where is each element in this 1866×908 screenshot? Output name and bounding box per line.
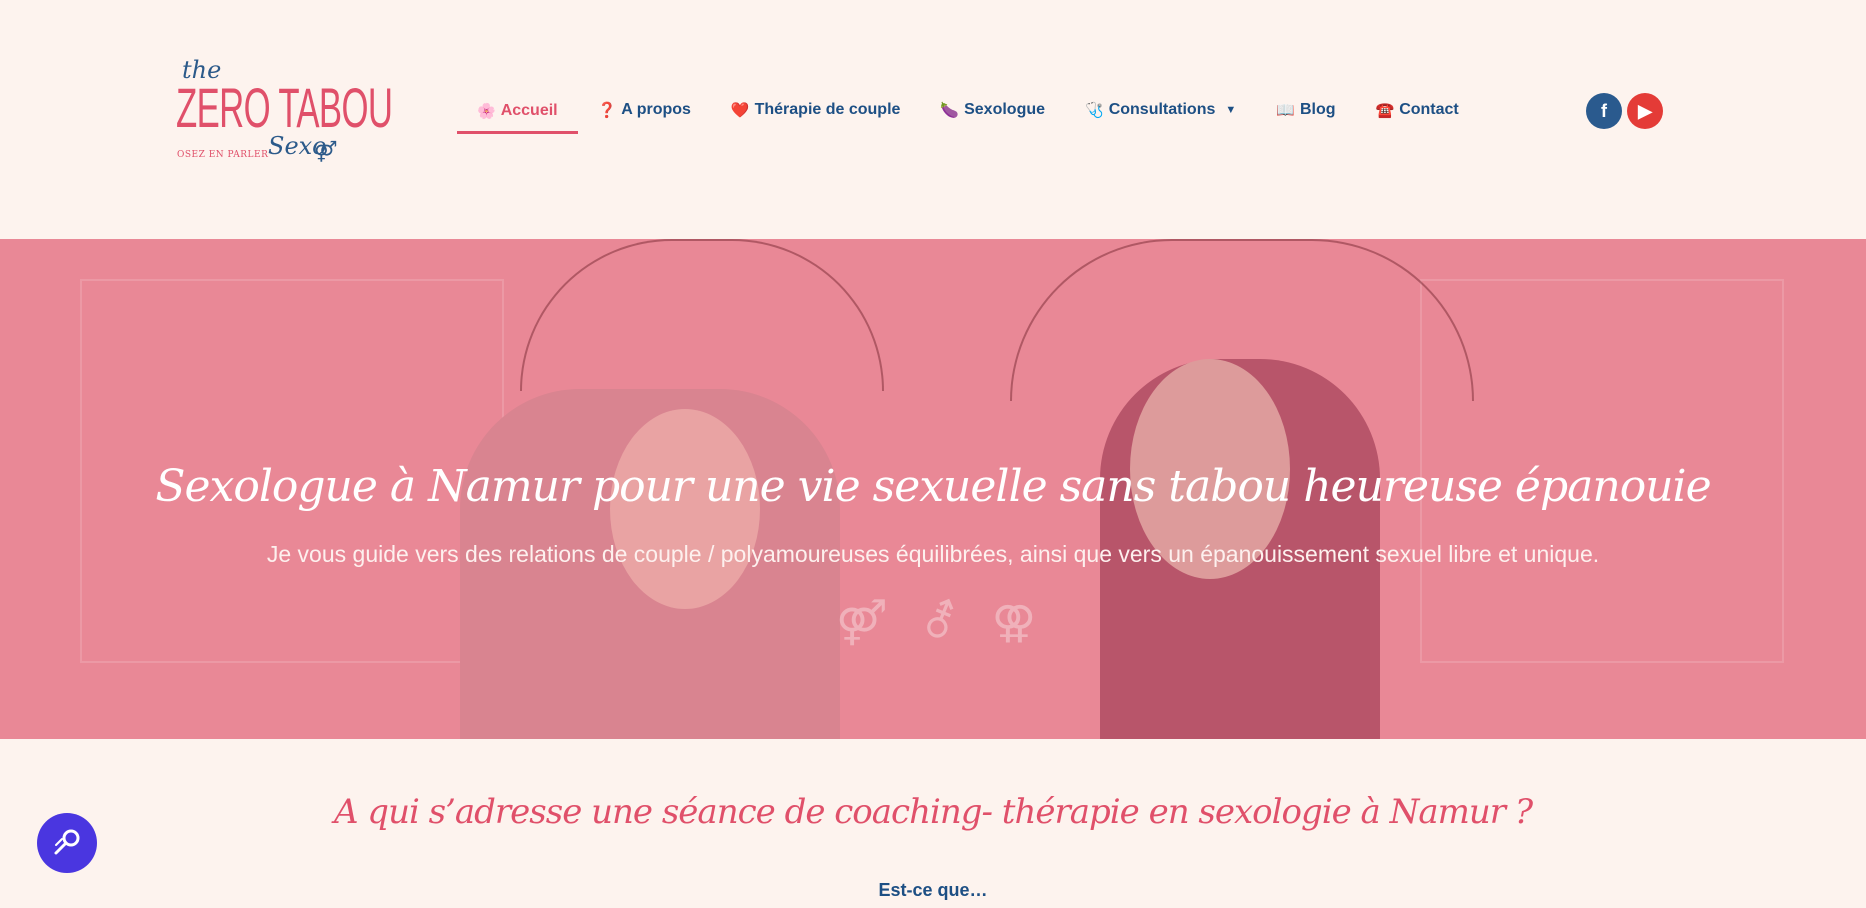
stethoscope-icon: 🩺 (1085, 102, 1104, 119)
hero-symbols: ⚤ ⚦ ⚢ (836, 597, 1036, 648)
hero-subtitle: Je vous guide vers des relations de coup… (266, 541, 1600, 567)
nav-label: Blog (1299, 101, 1336, 118)
logo-brand: ZERO TABOU (176, 76, 393, 139)
question-icon: ❓ (597, 102, 617, 119)
nav-item-contact[interactable]: ☎️ Contact (1356, 90, 1479, 130)
section-intro: Est-ce que… (878, 880, 988, 900)
telephone-icon: ☎️ (1375, 102, 1395, 119)
accessibility-button[interactable] (37, 813, 97, 873)
main-nav: 🌸 Accueil ❓ A propos ❤️ Thérapie de coup… (457, 90, 1479, 134)
hero-title: Sexologue à Namur pour une vie sexuelle … (155, 461, 1711, 512)
nav-label: A propos (621, 101, 691, 118)
facebook-icon[interactable]: f (1586, 93, 1622, 129)
logo-tagline: OSEZ EN PARLER (177, 150, 269, 160)
male-female-icon: ⚤ (836, 598, 888, 647)
hero-banner: Sexologue à Namur pour une vie sexuelle … (0, 239, 1866, 739)
eggplant-icon: 🍆 (940, 102, 960, 119)
site-logo[interactable]: the ZERO TABOU OSEZ EN PARLER Sexo ⚤ (176, 56, 393, 170)
female-female-icon: ⚢ (991, 598, 1036, 647)
nav-label: Contact (1399, 101, 1459, 118)
nav-item-blog[interactable]: 📖 Blog (1256, 90, 1355, 130)
male-male-icon: ⚦ (921, 598, 959, 647)
nav-item-sexologue[interactable]: 🍆 Sexologue (920, 90, 1065, 130)
nav-item-consultations[interactable]: 🩺 Consultations ▼ (1065, 90, 1256, 130)
site-header: the ZERO TABOU OSEZ EN PARLER Sexo ⚤ 🌸 A… (0, 0, 1866, 239)
nav-item-accueil[interactable]: 🌸 Accueil (457, 90, 578, 134)
nav-label: Sexologue (964, 101, 1046, 118)
accessibility-icon (54, 829, 80, 855)
nav-label: Consultations (1108, 101, 1216, 118)
book-icon: 📖 (1276, 102, 1295, 119)
nav-item-a-propos[interactable]: ❓ A propos (578, 90, 711, 130)
flower-icon: 🌸 (477, 102, 496, 120)
nav-label: Accueil (500, 101, 558, 119)
nav-item-therapie-de-couple[interactable]: ❤️ Thérapie de couple (711, 90, 921, 130)
colander-headgear-image (520, 239, 884, 391)
section-title: A qui s’adresse une séance de coaching- … (333, 792, 1533, 832)
nav-label: Thérapie de couple (754, 101, 901, 118)
youtube-icon[interactable]: ▶ (1627, 93, 1663, 129)
heart-icon: ❤️ (730, 102, 750, 119)
gender-symbol-icon: ⚤ (314, 141, 338, 163)
chevron-down-icon[interactable]: ▼ (1225, 104, 1236, 116)
